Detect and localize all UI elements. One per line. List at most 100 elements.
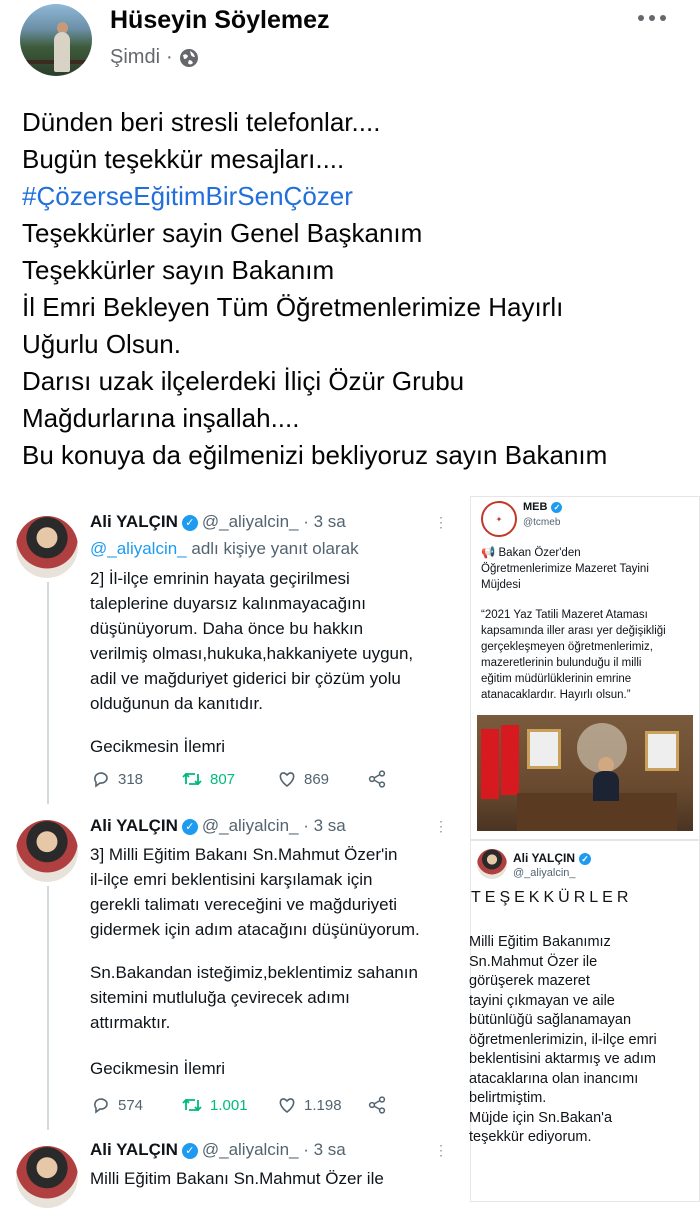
meb-quote-line: gerçekleşmeyen öğretmenlerimiz,	[481, 641, 653, 653]
ali-body-line: Müjde için Sn.Bakan'a	[469, 1109, 613, 1126]
hashtag-link[interactable]: #ÇözerseEğitimBirSenÇözer	[22, 178, 607, 215]
meb-quote-line: “2021 Yaz Tatili Mazeret Ataması	[481, 609, 648, 621]
ali-body-line: tayini çıkmayan ve aile	[469, 992, 615, 1009]
tweet-line: il-ilçe emri beklentisini karşılamak içi…	[90, 870, 373, 889]
ali-name-text: Ali YALÇIN	[513, 851, 576, 865]
like-action[interactable]: 869	[278, 771, 368, 788]
avatar-person	[54, 32, 70, 72]
author-avatar[interactable]	[20, 4, 92, 76]
share-icon	[368, 770, 386, 788]
tweet-avatar	[16, 1146, 78, 1208]
meb-quote-line: atanacaklardır. Hayırlı olsun.”	[481, 689, 631, 701]
tweet-body: 3] Milli Eğitim Bakanı Sn.Mahmut Özer'in…	[90, 842, 420, 942]
thread-line	[47, 886, 49, 1130]
tweet-line: attırmaktır.	[90, 1013, 171, 1032]
ali-body-line: Sn.Mahmut Özer ile	[469, 953, 598, 970]
more-icon-dot	[660, 15, 666, 21]
thread-line	[47, 582, 49, 804]
more-icon	[638, 15, 644, 21]
post-meta: Şimdi ·	[110, 46, 199, 69]
meta-separator: ·	[166, 46, 173, 68]
turkish-flag	[481, 729, 499, 799]
turkish-flag	[501, 725, 519, 795]
ali-body-line: belirtmiştim.	[469, 1090, 547, 1106]
share-action[interactable]	[368, 1096, 386, 1114]
post-line: İl Emri Bekleyen Tüm Öğretmenlerimize Ha…	[22, 292, 564, 322]
meb-quote-line: eğitim müdürlüklerinin emrine	[481, 673, 632, 685]
tweet-author-name: Ali YALÇIN	[90, 512, 178, 531]
tweet-line: Sn.Bakandan isteğimiz,beklentimiz sahanı…	[90, 963, 418, 982]
globe-icon	[179, 48, 198, 67]
post-line: Bu konuya da eğilmenizi bekliyoruz sayın…	[22, 440, 608, 470]
thanks-title: TEŞEKKÜRLER	[471, 889, 633, 906]
tweet-line: düşünüyorum. Daha önce bu hakkın	[90, 619, 364, 638]
meb-headline-line: Öğretmenlerimize Mazeret Tayini	[481, 563, 649, 575]
verified-icon: ✓	[181, 1142, 198, 1159]
verified-icon: ✓	[181, 818, 198, 835]
meb-quote-line: mazeretlerinin bulunduğu il milli	[481, 657, 642, 669]
ali-name: Ali YALÇIN ✓	[513, 851, 595, 865]
tweet-header: Ali YALÇIN ✓ @_aliyalcin_ · 3 sa	[90, 1140, 346, 1160]
tweet-line: gidermek için adım atacağını düşünüyorum…	[90, 920, 420, 939]
reply-action[interactable]: 318	[92, 770, 182, 788]
meb-quote: “2021 Yaz Tatili Mazeret Ataması kapsamı…	[481, 607, 666, 703]
reply-suffix: adlı kişiye yanıt olarak	[186, 539, 359, 558]
tweet-author-name: Ali YALÇIN	[90, 816, 178, 835]
retweet-count: 1.001	[210, 1096, 248, 1114]
like-action[interactable]: 1.198	[278, 1097, 368, 1114]
tweet-handle: @_aliyalcin_ · 3 sa	[201, 1140, 346, 1159]
tweet-body: Milli Eğitim Bakanı Sn.Mahmut Özer ile	[90, 1169, 384, 1188]
tweet-avatar	[16, 820, 78, 882]
tweet-line: gerekli talimatı vereceğini ve mağduriye…	[90, 895, 398, 914]
verified-icon: ✓	[551, 501, 563, 513]
tweet-screenshot: Ali YALÇIN ✓ @_aliyalcin_ · 3 sa ⋮ @_aliya…	[0, 496, 462, 1208]
ali-body-line: teşekkür ediyorum.	[469, 1129, 592, 1145]
tweet-actions: 318 807 869	[92, 770, 386, 788]
reply-handle: @_aliyalcin_	[90, 539, 187, 558]
meb-headline-line: Müjdesi	[481, 579, 521, 591]
tweet-line: taleplerine duyarsız kalınmayacağını	[90, 594, 366, 613]
more-icon: ⋮	[434, 1142, 448, 1158]
tweet-tag: Gecikmesin İlemri	[90, 737, 226, 756]
retweet-action[interactable]: 1.001	[182, 1096, 278, 1114]
meb-headline-line: 📢 Bakan Özer'den	[481, 547, 581, 559]
ali-body-line: beklentisini aktarmış ve adım	[469, 1051, 656, 1067]
retweet-count: 807	[210, 770, 236, 788]
reply-action[interactable]: 574	[92, 1096, 182, 1114]
post-line: Teşekkürler sayın Bakanım	[22, 255, 335, 285]
author-name[interactable]: Hüseyin Söylemez	[110, 6, 330, 35]
tweet-body: 2] İl-ilçe emrinin hayata geçirilmesi ta…	[90, 566, 413, 716]
meb-name-text: MEB	[523, 501, 548, 513]
portrait-frame	[645, 731, 679, 771]
tweet-line: adil ve mağduriyet giderici bir çözüm yo…	[90, 669, 401, 688]
post-time[interactable]: Şimdi	[110, 46, 160, 69]
share-action[interactable]	[368, 770, 386, 788]
retweet-action[interactable]: 807	[182, 770, 278, 788]
meb-name: MEB ✓	[523, 501, 566, 513]
tweet-body: Sn.Bakandan isteğimiz,beklentimiz sahanı…	[90, 960, 418, 1035]
post-line: Uğurlu Olsun.	[22, 329, 181, 359]
retweet-icon	[182, 772, 202, 786]
tweet-line: 2] İl-ilçe emrinin hayata geçirilmesi	[90, 569, 350, 588]
portrait-frame	[527, 729, 561, 769]
meb-quote-line: kapsamında iller arası yer değişikliği	[481, 625, 666, 637]
meb-tweet-card: ✦ MEB ✓ @tcmeb 📢 Bakan Özer'den Öğretmenl…	[470, 496, 700, 840]
post-line: Mağdurlarına inşallah....	[22, 403, 300, 433]
like-icon	[279, 1098, 295, 1113]
more-options-button[interactable]	[632, 4, 672, 32]
ali-card-body: Milli Eğitim Bakanımız Sn.Mahmut Özer il…	[469, 933, 657, 1148]
ali-avatar	[477, 849, 507, 879]
tweet-header: Ali YALÇIN ✓ @_aliyalcin_ · 3 sa	[90, 512, 346, 532]
minister	[593, 771, 619, 801]
tweet-line: 3] Milli Eğitim Bakanı Sn.Mahmut Özer'in	[90, 845, 398, 864]
tweet-actions: 574 1.001 1.198	[92, 1096, 386, 1114]
reply-count: 574	[118, 1096, 144, 1114]
share-icon	[368, 1096, 386, 1114]
tweet-handle: @_aliyalcin_ · 3 sa	[201, 512, 346, 531]
more-icon-dot	[649, 15, 655, 21]
ali-body-line: Milli Eğitim Bakanımız	[469, 934, 611, 950]
verified-icon: ✓	[181, 514, 198, 531]
ali-body-line: görüşerek mazeret	[469, 973, 590, 989]
post-line: Darısı uzak ilçelerdeki İliçi Özür Grubu	[22, 366, 465, 396]
tweet-author-name: Ali YALÇIN	[90, 1140, 178, 1159]
